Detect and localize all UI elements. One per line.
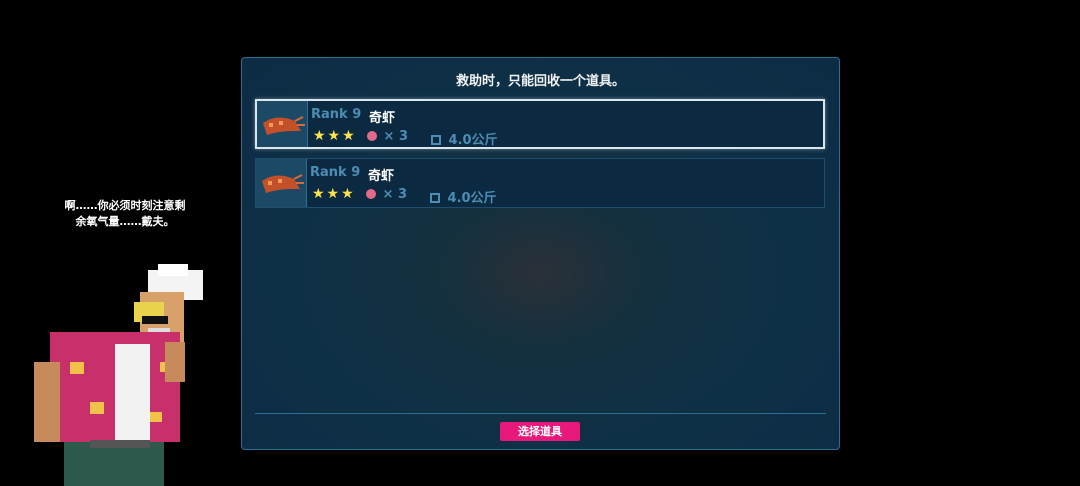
quantity-value: × 3 bbox=[383, 129, 408, 144]
star-rating: ★★★ bbox=[312, 186, 356, 202]
speech-line-2: 余氧气量……戴夫。 bbox=[75, 215, 175, 228]
item-weight: 4.0公斤 bbox=[431, 129, 498, 148]
star-rating: ★★★ bbox=[313, 128, 357, 144]
item-quantity: × 3 bbox=[366, 187, 407, 202]
weight-icon bbox=[430, 193, 440, 203]
item-name: 奇虾 bbox=[369, 111, 396, 126]
character-portrait bbox=[34, 264, 203, 486]
item-row-1[interactable]: Rank 9 奇虾 ★★★ × 3 4.0公斤 bbox=[255, 99, 825, 149]
shrimp-icon bbox=[257, 101, 308, 147]
speech-text: 啊……你必须时刻注意剩 余氧气量……戴夫。 bbox=[40, 198, 210, 230]
item-rank: Rank 9 bbox=[311, 107, 362, 122]
meat-icon bbox=[366, 189, 376, 199]
panel-title: 救助时，只能回收一个道具。 bbox=[455, 74, 625, 89]
item-selection-panel: 救助时，只能回收一个道具。 Rank 9 奇虾 ★★★ × 3 4.0公斤 Ra… bbox=[241, 57, 840, 450]
weight-icon bbox=[431, 135, 441, 145]
item-rank: Rank 9 bbox=[310, 165, 361, 180]
weight-value: 4.0公斤 bbox=[447, 191, 497, 206]
weight-value: 4.0公斤 bbox=[448, 133, 498, 148]
item-quantity: × 3 bbox=[367, 129, 408, 144]
quantity-value: × 3 bbox=[382, 187, 407, 202]
item-row-2[interactable]: Rank 9 奇虾 ★★★ × 3 4.0公斤 bbox=[255, 158, 825, 208]
item-name: 奇虾 bbox=[368, 169, 395, 184]
meat-icon bbox=[367, 131, 377, 141]
select-item-button[interactable]: 选择道具 bbox=[500, 422, 580, 441]
speech-line-1: 啊……你必须时刻注意剩 bbox=[64, 199, 186, 212]
item-weight: 4.0公斤 bbox=[430, 187, 497, 206]
shrimp-icon bbox=[256, 159, 307, 207]
panel-divider bbox=[255, 413, 826, 414]
